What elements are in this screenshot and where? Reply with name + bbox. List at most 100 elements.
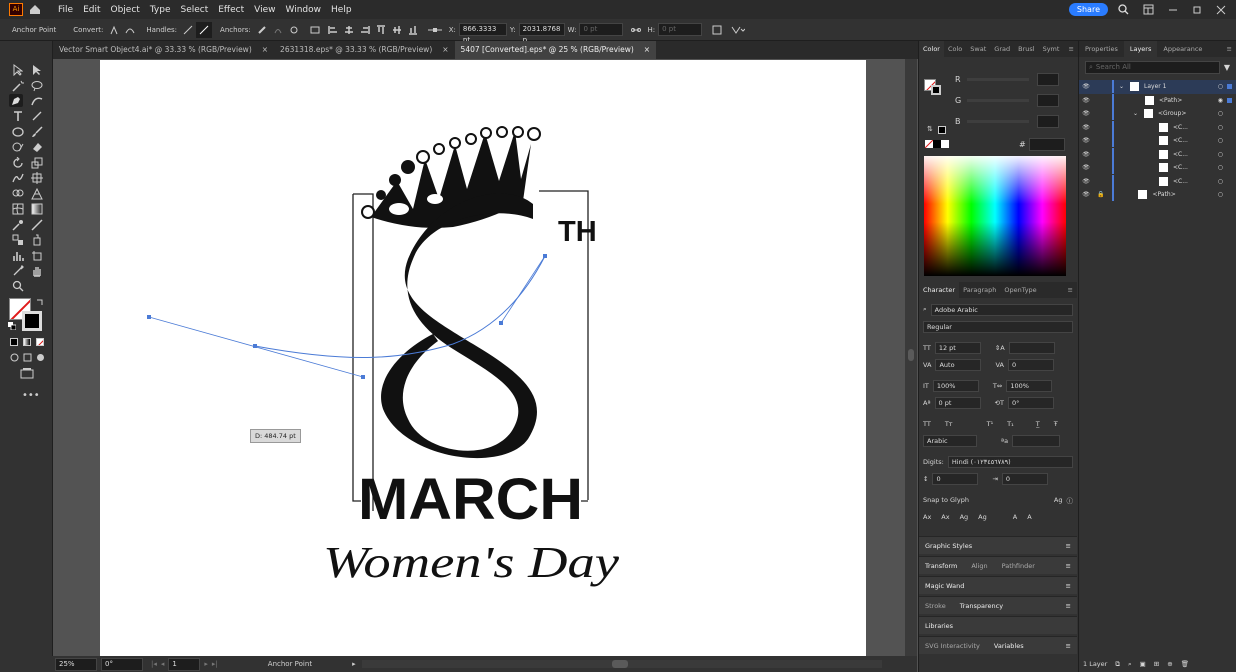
panel-menu-icon[interactable]: ≡ <box>1066 562 1071 570</box>
menu-type[interactable]: Type <box>145 5 176 15</box>
vertical-scale-input[interactable]: 100% <box>932 379 979 392</box>
shape-builder-tool-icon[interactable] <box>11 187 25 200</box>
lasso-tool-icon[interactable] <box>30 79 44 92</box>
close-icon[interactable] <box>1216 5 1226 15</box>
align-middle-icon[interactable] <box>389 22 405 38</box>
eyedropper-tool-icon[interactable] <box>11 218 25 231</box>
websafe-swatch[interactable] <box>938 126 946 134</box>
tab-paragraph[interactable]: Paragraph <box>959 286 1000 294</box>
snap-anchor-icon[interactable]: A <box>1027 513 1031 521</box>
target-icon[interactable]: ○ <box>1218 151 1223 158</box>
tab-layers[interactable]: Layers <box>1123 41 1158 57</box>
isolate-icon[interactable] <box>702 22 725 38</box>
show-handles-icon[interactable] <box>180 22 196 38</box>
channel-b-slider[interactable] <box>967 120 1029 123</box>
type-tool-icon[interactable] <box>11 109 25 122</box>
char-spacing-input-2[interactable]: 0 <box>1001 472 1048 485</box>
locate-object-icon[interactable]: ⌕ <box>1128 660 1132 669</box>
baseline-shift-input[interactable]: 0 pt <box>934 396 981 409</box>
all-caps-icon[interactable]: TT <box>923 420 931 428</box>
swap-fill-stroke-icon[interactable] <box>36 298 44 306</box>
menu-help[interactable]: Help <box>326 5 357 15</box>
tab-appearance[interactable]: Appearance <box>1157 45 1208 53</box>
h-input[interactable]: 0 pt <box>658 23 703 36</box>
target-icon[interactable]: ○ <box>1218 124 1223 131</box>
align-right-icon[interactable] <box>357 22 373 38</box>
tab-character[interactable]: Character <box>919 282 960 298</box>
new-sublayer-icon[interactable]: ⊞ <box>1154 660 1159 668</box>
doc-tab[interactable]: 2631318.eps* @ 33.33 % (RGB/Preview) × <box>274 41 455 59</box>
visibility-eye-icon[interactable]: 👁 <box>1079 164 1093 171</box>
tab-properties[interactable]: Properties <box>1079 45 1124 53</box>
layer-row[interactable]: 👁 <Path> ◉ <box>1079 93 1236 108</box>
subscript-icon[interactable]: T₁ <box>1007 420 1014 428</box>
w-input[interactable]: 0 pt <box>579 23 624 36</box>
target-icon[interactable]: ○ <box>1218 137 1223 144</box>
snap-angular-icon[interactable]: A <box>1013 513 1017 521</box>
section-svg-interactivity[interactable]: SVG Interactivity Variables ≡ <box>919 636 1077 654</box>
layer-row[interactable]: 👁 <C... ○ <box>1079 120 1236 135</box>
expand-chevron-icon[interactable]: ⌄ <box>1133 110 1138 117</box>
strikethrough-icon[interactable]: Ŧ <box>1054 420 1058 428</box>
visibility-eye-icon[interactable]: 👁 <box>1079 97 1093 104</box>
menu-view[interactable]: View <box>249 5 280 15</box>
kerning-input[interactable]: Auto <box>935 358 982 371</box>
expand-chevron-icon[interactable]: ⌄ <box>1119 83 1124 90</box>
connect-anchor-icon[interactable] <box>270 22 286 38</box>
target-icon[interactable]: ○ <box>1218 191 1223 198</box>
channel-r-slider[interactable] <box>967 78 1029 81</box>
minimize-icon[interactable] <box>1168 5 1178 15</box>
channel-r-input[interactable] <box>1037 73 1059 86</box>
selection-tool-icon[interactable] <box>11 63 25 76</box>
first-artboard-icon[interactable]: |◂ <box>151 660 157 668</box>
prev-artboard-icon[interactable]: ◂ <box>161 660 165 668</box>
superscript-icon[interactable]: T¹ <box>987 420 994 428</box>
language-select[interactable]: Arabic <box>923 434 977 447</box>
font-family-select[interactable]: Adobe Arabic <box>930 303 1073 316</box>
tracking-input[interactable]: 0 <box>1007 358 1054 371</box>
menu-edit[interactable]: Edit <box>78 5 105 15</box>
numeral-eight[interactable] <box>381 193 537 459</box>
panel-menu-icon[interactable]: ≡ <box>1066 542 1071 550</box>
char-spacing-input-1[interactable]: 0 <box>932 472 979 485</box>
remove-anchor-icon[interactable] <box>254 22 270 38</box>
panel-options-icon[interactable] <box>725 22 748 38</box>
convert-corner-icon[interactable] <box>106 22 122 38</box>
share-button[interactable]: Share <box>1068 3 1108 16</box>
menu-file[interactable]: File <box>53 5 78 15</box>
visibility-eye-icon[interactable]: 👁 <box>1079 151 1093 158</box>
visibility-eye-icon[interactable]: 👁 <box>1079 178 1093 185</box>
tab-color[interactable]: Color <box>919 41 944 57</box>
none-mode-icon[interactable] <box>36 338 44 346</box>
tab-opentype[interactable]: OpenType <box>1000 286 1040 294</box>
panel-menu-icon[interactable]: ≡ <box>1066 602 1071 610</box>
direct-selection-tool-icon[interactable] <box>30 63 44 76</box>
underline-icon[interactable]: T̲ <box>1036 420 1040 428</box>
layers-search-input[interactable]: ⌕ Search All <box>1085 61 1220 74</box>
visibility-eye-icon[interactable]: 👁 <box>1079 191 1093 198</box>
slice-tool-icon[interactable] <box>11 264 25 277</box>
anchor-point[interactable] <box>253 344 257 348</box>
layer-row[interactable]: 👁 <C... ○ <box>1079 161 1236 175</box>
new-layer-icon[interactable]: ⊕ <box>1167 660 1172 668</box>
pen-tool-icon[interactable] <box>9 94 23 107</box>
visibility-eye-icon[interactable]: 👁 <box>1079 83 1093 90</box>
target-icon[interactable]: ○ <box>1218 110 1223 117</box>
section-magic-wand[interactable]: Magic Wand ≡ <box>919 576 1077 594</box>
hand-tool-icon[interactable] <box>30 264 44 277</box>
close-tab-icon[interactable]: × <box>262 41 268 59</box>
y-input[interactable]: 2031.8768 p <box>518 23 565 44</box>
visibility-eye-icon[interactable]: 👁 <box>1079 137 1093 144</box>
digits-select[interactable]: Hindi (٠١٢٣٤٥٦٧٨٩) <box>947 455 1073 468</box>
section-transform[interactable]: Transform Align Pathfinder ≡ <box>919 556 1077 574</box>
leading-input[interactable] <box>1008 341 1055 354</box>
lock-icon[interactable]: 🔒 <box>1097 191 1104 198</box>
section-graphic-styles[interactable]: Graphic Styles ≡ <box>919 536 1077 554</box>
panel-menu-icon[interactable]: ≡ <box>1223 45 1236 53</box>
section-transparency[interactable]: Transparency <box>960 602 1003 610</box>
anti-alias-select[interactable] <box>1012 434 1061 447</box>
menu-window[interactable]: Window <box>281 5 327 15</box>
tab-color-guide[interactable]: Colo <box>944 45 966 53</box>
hex-input[interactable] <box>1029 138 1065 151</box>
char-rotation-input[interactable]: 0° <box>1007 396 1054 409</box>
